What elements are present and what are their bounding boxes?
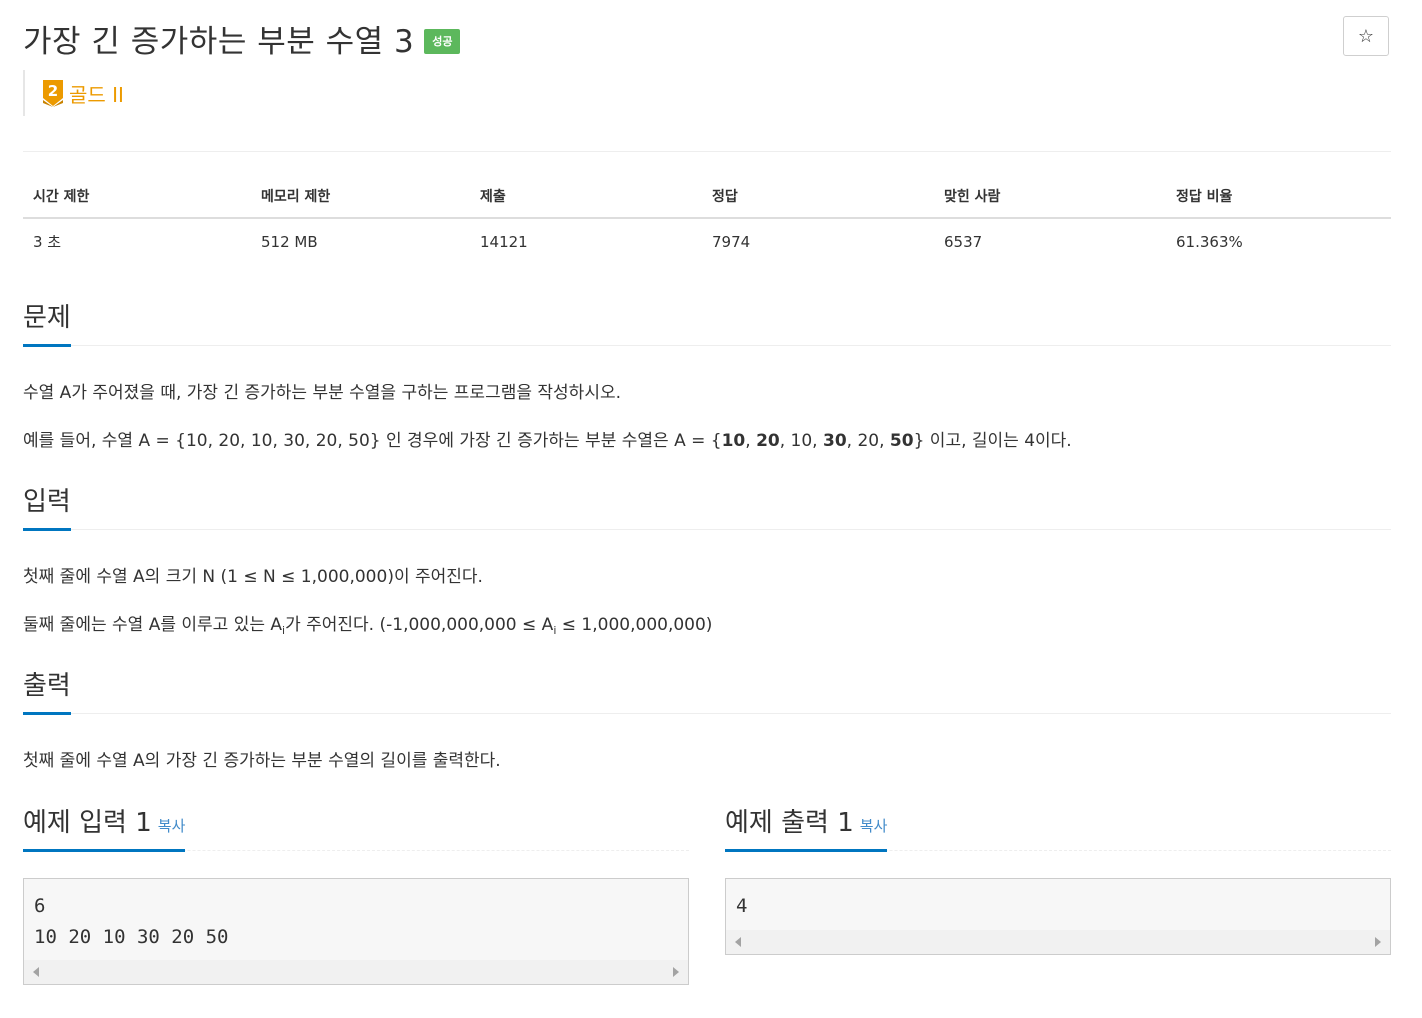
input-section-title: 입력 bbox=[23, 481, 71, 531]
output-section-header: 출력 bbox=[23, 665, 1391, 715]
sample-input-scrollbar[interactable] bbox=[24, 960, 688, 984]
tier-label[interactable]: 골드 II bbox=[69, 79, 124, 108]
input-description-line-1: 첫째 줄에 수열 A의 크기 N (1 ≤ N ≤ 1,000,000)이 주어… bbox=[23, 567, 483, 587]
problem-info-table: 시간 제한 메모리 제한 제출 정답 맞힌 사람 정답 비율 3 초 512 M… bbox=[23, 174, 1391, 264]
value-solvers[interactable]: 6537 bbox=[934, 218, 1166, 264]
title-row: 가장 긴 증가하는 부분 수열 3 성공 bbox=[23, 16, 461, 61]
problem-title: 가장 긴 증가하는 부분 수열 3 bbox=[23, 24, 415, 60]
problem-page: 가장 긴 증가하는 부분 수열 3 성공 ☆ 2 골드 II 시간 제한 메모리… bbox=[0, 0, 1422, 1018]
scroll-right-arrow-icon[interactable] bbox=[1375, 937, 1381, 947]
sample-input-line-1: 6 bbox=[34, 895, 46, 917]
sample-input-box[interactable]: 6 10 20 10 30 20 50 bbox=[23, 878, 689, 985]
copy-sample-input-button[interactable]: 복사 bbox=[158, 817, 186, 835]
header-time-limit: 시간 제한 bbox=[23, 174, 251, 219]
sample-input-line-2: 10 20 10 30 20 50 bbox=[34, 926, 229, 948]
star-button[interactable]: ☆ bbox=[1343, 16, 1389, 56]
header-memory-limit: 메모리 제한 bbox=[251, 174, 470, 219]
scroll-right-arrow-icon[interactable] bbox=[673, 967, 679, 977]
scroll-left-arrow-icon[interactable] bbox=[33, 967, 39, 977]
tier-number: 2 bbox=[48, 82, 58, 100]
info-value-row: 3 초 512 MB 14121 7974 6537 61.363% bbox=[23, 218, 1391, 264]
sample-output-box[interactable]: 4 bbox=[725, 878, 1391, 955]
sample-output-title: 예제 출력 1 복사 bbox=[725, 802, 888, 852]
problem-description-line-2: 예를 들어, 수열 A = {10, 20, 10, 30, 20, 50} 인… bbox=[23, 431, 1072, 451]
value-accept-ratio: 61.363% bbox=[1176, 232, 1243, 251]
header-submissions: 제출 bbox=[470, 174, 702, 219]
header-solvers: 맞힌 사람 bbox=[934, 174, 1166, 219]
input-description-line-2: 둘째 줄에는 수열 A를 이루고 있는 Ai가 주어진다. (-1,000,00… bbox=[23, 615, 713, 637]
tier-row: 2 골드 II bbox=[23, 70, 124, 116]
sample-output-header: 예제 출력 1 복사 bbox=[725, 802, 1391, 852]
problem-section-title: 문제 bbox=[23, 297, 71, 347]
tier-gold-icon: 2 bbox=[43, 80, 63, 107]
header-divider bbox=[23, 151, 1391, 152]
value-accepted[interactable]: 7974 bbox=[702, 218, 934, 264]
value-submissions[interactable]: 14121 bbox=[470, 218, 702, 264]
input-section-header: 입력 bbox=[23, 481, 1391, 531]
star-icon: ☆ bbox=[1357, 25, 1375, 47]
sample-output-scrollbar[interactable] bbox=[726, 930, 1390, 954]
info-header-row: 시간 제한 메모리 제한 제출 정답 맞힌 사람 정답 비율 bbox=[23, 174, 1391, 219]
header-accept-ratio: 정답 비율 bbox=[1166, 174, 1391, 219]
output-description-line-1: 첫째 줄에 수열 A의 가장 긴 증가하는 부분 수열의 길이를 출력한다. bbox=[23, 751, 501, 771]
result-badge: 성공 bbox=[424, 29, 461, 54]
scroll-left-arrow-icon[interactable] bbox=[735, 937, 741, 947]
sample-output-line-1: 4 bbox=[736, 895, 748, 917]
sample-input-title: 예제 입력 1 복사 bbox=[23, 802, 186, 852]
value-memory-limit: 512 MB bbox=[261, 232, 318, 251]
copy-sample-output-button[interactable]: 복사 bbox=[860, 817, 888, 835]
problem-section-header: 문제 bbox=[23, 297, 1391, 347]
value-time-limit: 3 초 bbox=[33, 233, 62, 251]
header-accepted: 정답 bbox=[702, 174, 934, 219]
problem-description-line-1: 수열 A가 주어졌을 때, 가장 긴 증가하는 부분 수열을 구하는 프로그램을… bbox=[23, 383, 621, 403]
output-section-title: 출력 bbox=[23, 665, 71, 715]
sample-input-header: 예제 입력 1 복사 bbox=[23, 802, 689, 852]
